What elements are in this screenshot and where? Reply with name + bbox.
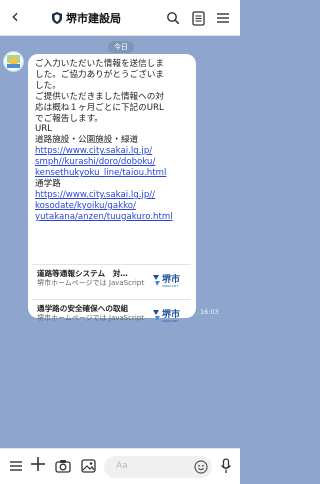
mic-icon[interactable] [217, 457, 235, 475]
link-road-facilities[interactable]: https://www.city.sakai.lg.jp/ [35, 146, 152, 156]
date-chip: 今日 [108, 41, 134, 53]
message-line: 応は概ね１ヶ月ごとに下記のURL [35, 102, 164, 113]
chat-header: ‹ 堺市建設局 [0, 0, 240, 36]
link-preview-title: 通学路の安全確保への取組 [37, 304, 129, 313]
message-input[interactable]: Aa [104, 456, 212, 478]
link-preview-card[interactable]: 道路等通報システム 対… 堺市ホームページでは JavaScriptを使用してい… [32, 264, 191, 297]
chat-title-wrap: 堺市建設局 [52, 10, 121, 26]
back-icon[interactable]: ‹ [6, 4, 24, 28]
link-road-facilities[interactable]: kensethukyoku_line/taiou.html [35, 168, 166, 178]
link-preview-title: 道路等通報システム 対… [37, 269, 128, 278]
message-line: した。ご協力ありがとうございま [35, 69, 164, 80]
sakai-city-logo: 堺市 SAKAI CITY [153, 308, 180, 323]
search-icon[interactable] [164, 9, 182, 27]
message-input-placeholder: Aa [116, 461, 128, 471]
link-preview-desc: 堺市ホームページでは JavaScriptを使用していま… [37, 279, 145, 287]
logo-sub: SAKAI CITY [162, 284, 179, 288]
image-icon[interactable] [79, 457, 97, 475]
logo-sub: SAKAI CITY [162, 319, 179, 323]
menu-icon[interactable] [214, 9, 232, 27]
chat-title: 堺市建設局 [66, 12, 121, 25]
avatar[interactable] [4, 52, 23, 71]
sakai-city-logo: 堺市 SAKAI CITY [153, 273, 180, 288]
message-line: した。 [35, 80, 61, 91]
link-school-route[interactable]: yutakana/anzen/tuugakuro.html [35, 212, 173, 222]
menu-list-icon[interactable] [7, 457, 25, 475]
message-line: 道路施設・公園施設・緑道 [35, 135, 139, 146]
link-school-route[interactable]: kosodate/kyoiku/gakko/ [35, 201, 136, 211]
message-line: ご入力いただいた情報を送信しま [35, 59, 164, 69]
message-text: ご入力いただいた情報を送信しま した。ご協力ありがとうございま した。 ご提供い… [35, 59, 190, 223]
message-timestamp: 16:03 [200, 308, 219, 316]
message-line: 通学路 [35, 178, 61, 189]
message-line: URL [35, 124, 53, 135]
bottom-bar: Aa [0, 448, 240, 484]
link-preview-desc: 堺市ホームページでは JavaScriptを使用していま… [37, 314, 145, 322]
link-preview-card[interactable]: 通学路の安全確保への取組 堺市ホームページでは JavaScriptを使用してい… [32, 299, 191, 333]
shield-icon [52, 12, 62, 24]
message-line: でご報告します。 [35, 113, 103, 124]
message-bubble: ご入力いただいた情報を送信しま した。ご協力ありがとうございま した。 ご提供い… [28, 54, 196, 323]
link-road-facilities[interactable]: smph//kurashi/doro/doboku/ [35, 157, 155, 167]
plus-icon[interactable] [29, 455, 47, 473]
emoji-icon[interactable] [194, 460, 208, 474]
notes-icon[interactable] [189, 9, 207, 27]
link-school-route[interactable]: https://www.city.sakai.lg.jp// [35, 190, 155, 200]
message-line: ご提供いただきました情報への対 [35, 91, 164, 102]
camera-icon[interactable] [54, 457, 72, 475]
chat-area[interactable]: 今日 ご入力いただいた情報を送信しま した。ご協力ありがとうございま した。 ご… [0, 36, 240, 448]
